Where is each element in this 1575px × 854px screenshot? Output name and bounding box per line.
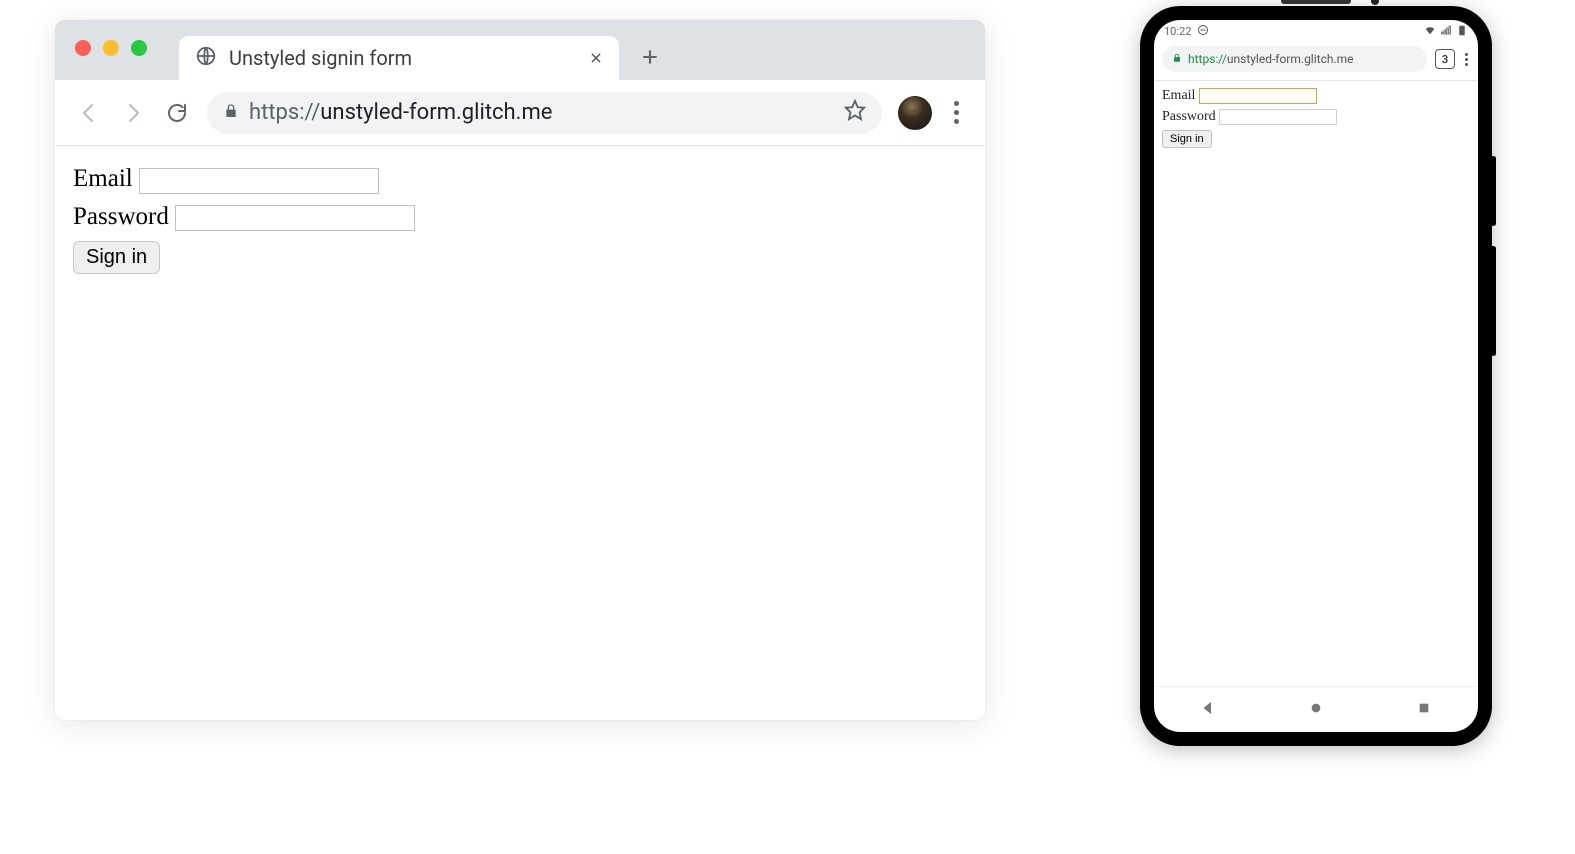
window-controls bbox=[75, 40, 147, 56]
android-nav-bar bbox=[1154, 686, 1478, 732]
phone-frame: 10:22 bbox=[1140, 6, 1492, 746]
signin-button[interactable]: Sign in bbox=[73, 241, 160, 274]
mobile-page-content: Email Password Sign in bbox=[1154, 81, 1478, 686]
lock-icon bbox=[1172, 52, 1182, 66]
email-row: Email bbox=[73, 160, 967, 198]
browser-toolbar: https://unstyled-form.glitch.me bbox=[55, 80, 985, 146]
desktop-browser-window: Unstyled signin form bbox=[55, 20, 985, 720]
mobile-menu-button[interactable] bbox=[1463, 51, 1470, 68]
maximize-window-button[interactable] bbox=[131, 40, 147, 56]
browser-menu-button[interactable] bbox=[948, 99, 965, 126]
email-field[interactable] bbox=[139, 168, 379, 194]
profile-avatar[interactable] bbox=[898, 96, 932, 130]
page-content: Email Password Sign in bbox=[55, 146, 985, 288]
mobile-address-bar[interactable]: https://unstyled-form.glitch.me bbox=[1162, 46, 1427, 72]
lock-icon bbox=[223, 100, 239, 125]
signal-icon bbox=[1440, 24, 1452, 39]
phone-volume-button bbox=[1491, 246, 1496, 356]
email-label: Email bbox=[73, 165, 133, 192]
battery-icon bbox=[1456, 24, 1468, 39]
close-tab-button[interactable] bbox=[589, 46, 603, 70]
mobile-browser-toolbar: https://unstyled-form.glitch.me 3 bbox=[1154, 42, 1478, 81]
new-tab-button[interactable] bbox=[633, 40, 667, 74]
tab-switcher-button[interactable]: 3 bbox=[1435, 49, 1455, 69]
browser-tab[interactable]: Unstyled signin form bbox=[179, 36, 619, 80]
phone-power-button bbox=[1491, 156, 1496, 226]
wifi-icon bbox=[1424, 24, 1436, 39]
nav-recent-button[interactable] bbox=[1416, 700, 1432, 720]
tab-title: Unstyled signin form bbox=[229, 46, 577, 70]
mobile-email-field[interactable] bbox=[1199, 88, 1317, 104]
nav-home-button[interactable] bbox=[1308, 700, 1324, 720]
nav-back-button[interactable] bbox=[1200, 700, 1216, 720]
phone-screen: 10:22 bbox=[1154, 20, 1478, 732]
reload-button[interactable] bbox=[163, 99, 191, 127]
mobile-password-field[interactable] bbox=[1219, 109, 1337, 125]
mobile-password-label: Password bbox=[1162, 109, 1216, 124]
minimize-window-button[interactable] bbox=[103, 40, 119, 56]
mobile-email-row: Email bbox=[1162, 85, 1470, 106]
address-bar[interactable]: https://unstyled-form.glitch.me bbox=[207, 92, 882, 134]
mobile-signin-button[interactable]: Sign in bbox=[1162, 130, 1212, 148]
phone-speaker bbox=[1281, 0, 1351, 4]
forward-button[interactable] bbox=[119, 99, 147, 127]
password-field[interactable] bbox=[175, 205, 415, 231]
mobile-password-row: Password bbox=[1162, 106, 1470, 127]
bookmark-button[interactable] bbox=[844, 99, 866, 127]
status-time: 10:22 bbox=[1164, 25, 1191, 38]
tab-strip: Unstyled signin form bbox=[55, 20, 985, 80]
mobile-email-label: Email bbox=[1162, 88, 1195, 103]
mobile-url-text: https://unstyled-form.glitch.me bbox=[1188, 52, 1354, 66]
globe-icon bbox=[195, 45, 217, 72]
back-button[interactable] bbox=[75, 99, 103, 127]
do-not-disturb-icon bbox=[1197, 24, 1209, 39]
phone-camera-icon bbox=[1371, 0, 1379, 5]
url-text: https://unstyled-form.glitch.me bbox=[249, 100, 552, 125]
close-window-button[interactable] bbox=[75, 40, 91, 56]
password-row: Password bbox=[73, 198, 967, 236]
phone-status-bar: 10:22 bbox=[1154, 20, 1478, 42]
password-label: Password bbox=[73, 203, 169, 230]
